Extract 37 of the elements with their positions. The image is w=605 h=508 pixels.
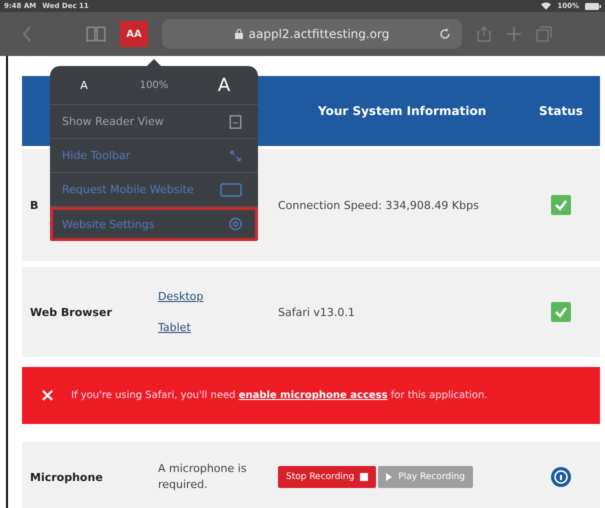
back-icon[interactable] bbox=[22, 26, 32, 42]
microphone-access-link[interactable]: enable microphone access bbox=[238, 390, 388, 401]
increase-font-button[interactable]: A bbox=[190, 66, 258, 104]
lock-icon bbox=[234, 29, 243, 39]
alert-message: If you're using Safari, you'll need enable microphone access for this application. bbox=[71, 390, 488, 401]
settings-icon bbox=[229, 217, 242, 231]
close-button[interactable]: × bbox=[40, 385, 56, 406]
stop-recording-button[interactable]: Stop Recording bbox=[278, 466, 376, 488]
play-icon bbox=[386, 473, 392, 481]
arrows-icon bbox=[229, 148, 242, 162]
reader-button[interactable]: AA bbox=[120, 21, 148, 47]
tabs-icon[interactable] bbox=[536, 26, 552, 42]
column-header: Your System Information bbox=[317, 104, 488, 118]
row-label: Microphone bbox=[30, 470, 103, 484]
info-icon bbox=[551, 467, 571, 487]
document-icon bbox=[229, 114, 242, 128]
wifi-icon bbox=[541, 2, 552, 10]
requirement-note: A microphone is required. bbox=[158, 460, 248, 493]
system-info: Connection Speed: 334,908.49 Kbps bbox=[278, 198, 479, 212]
check-icon bbox=[551, 302, 571, 322]
device-link[interactable]: Desktop bbox=[158, 290, 278, 303]
share-icon[interactable] bbox=[476, 26, 492, 42]
url-text: aappl2.actfittesting.org bbox=[248, 27, 390, 41]
address-bar[interactable]: aappl2.actfittesting.org bbox=[162, 19, 462, 49]
decrease-font-button[interactable]: A bbox=[50, 66, 118, 104]
row-label: B bbox=[30, 198, 38, 212]
device-link[interactable]: Tablet bbox=[158, 321, 278, 334]
row-label: Web Browser bbox=[30, 306, 112, 318]
reload-icon[interactable] bbox=[438, 27, 452, 41]
column-header: Status bbox=[538, 104, 584, 118]
system-info: Safari v13.0.1 bbox=[278, 306, 355, 318]
plus-icon[interactable] bbox=[506, 26, 522, 42]
check-icon bbox=[551, 195, 571, 215]
book-icon[interactable] bbox=[86, 26, 106, 42]
battery-icon bbox=[585, 2, 601, 10]
tablet-icon bbox=[220, 182, 242, 196]
zoom-level: 100% bbox=[140, 80, 168, 90]
